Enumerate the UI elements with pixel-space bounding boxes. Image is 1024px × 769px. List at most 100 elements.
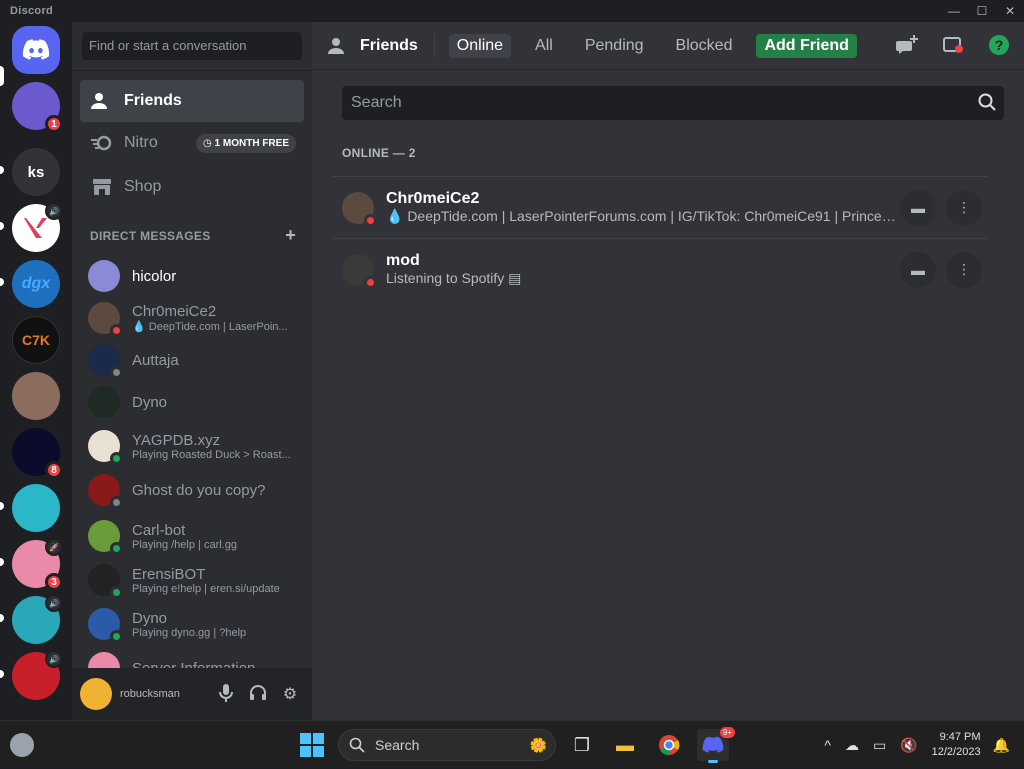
mention-badge: 8 <box>45 461 63 479</box>
server-label: ks <box>27 163 45 181</box>
dm-name: ErensiBOT <box>132 565 206 583</box>
bing-highlight-icon: 🌼 <box>529 736 547 753</box>
server-icon-ks[interactable]: ks <box>12 148 60 196</box>
notifications-bell-icon[interactable]: 🔔 <box>993 737 1010 754</box>
server-list: 1 ks 🔊 dgx C7K 8 🚀 3 🔊 🔊 <box>0 22 72 720</box>
search-icon <box>349 737 365 753</box>
nav-nitro-label: Nitro <box>124 134 158 151</box>
server-icon-dgx[interactable]: dgx <box>12 260 60 308</box>
discord-taskbar-icon[interactable]: 9+ <box>697 727 735 763</box>
system-tray: ^ ☁ ▭ 🔇 9:47 PM 12/2/2023 🔔 <box>824 721 1024 769</box>
nav-friends[interactable]: Friends <box>80 80 304 122</box>
dm-item[interactable]: Auttaja <box>80 339 304 381</box>
maximize-button[interactable]: ☐ <box>968 0 996 22</box>
server-icon[interactable] <box>12 372 60 420</box>
unread-pill <box>0 670 4 678</box>
user-tag: robucksman <box>120 688 180 700</box>
dm-item[interactable]: ErensiBOT Playing e!help | eren.si/update <box>80 559 304 601</box>
dm-header-label: DIRECT MESSAGES <box>90 229 211 243</box>
new-group-dm-icon[interactable] <box>896 34 918 56</box>
discord-icon <box>702 736 724 753</box>
friends-topbar: Friends Online All Pending Blocked Add F… <box>312 22 1024 70</box>
tab-blocked[interactable]: Blocked <box>668 34 741 58</box>
weather-icon[interactable] <box>10 733 34 757</box>
more-options-icon[interactable]: ⋮ <box>946 189 982 226</box>
status-indicator <box>110 586 123 599</box>
help-icon[interactable]: ? <box>988 34 1010 56</box>
dm-item[interactable]: Dyno <box>80 381 304 423</box>
dm-avatar <box>88 260 120 292</box>
user-panel: robucksman ⚙ <box>72 668 312 720</box>
dm-activity: 💧 DeepTide.com | LaserPoin... <box>132 321 288 333</box>
taskbar-search-label: Search <box>375 737 420 753</box>
create-dm-button[interactable]: + <box>285 226 296 244</box>
friend-row[interactable]: mod Listening to Spotify ▤ ▬ ⋮ <box>332 238 988 300</box>
onedrive-icon[interactable]: ☁ <box>845 737 859 754</box>
chevron-up-icon[interactable]: ^ <box>824 737 831 753</box>
settings-gear-icon[interactable]: ⚙ <box>274 684 306 704</box>
dm-avatar <box>88 564 123 599</box>
message-icon[interactable]: ▬ <box>900 251 936 288</box>
server-icon[interactable]: 🔊 <box>12 650 63 700</box>
unread-pill <box>0 166 4 174</box>
dm-activity: Playing Roasted Duck > Roast... <box>132 448 291 461</box>
server-icon-c7k[interactable]: C7K <box>12 316 60 364</box>
friend-name: mod <box>386 252 420 269</box>
friend-avatar <box>342 253 377 289</box>
tab-online[interactable]: Online <box>448 33 512 58</box>
volume-muted-icon[interactable]: 🔇 <box>900 737 917 754</box>
clock-date: 12/2/2023 <box>931 746 981 758</box>
friends-title: Friends <box>328 37 418 55</box>
friends-search-input[interactable]: Search <box>342 86 1004 120</box>
add-friend-button[interactable]: Add Friend <box>756 33 857 58</box>
user-avatar[interactable] <box>80 678 112 710</box>
server-icon[interactable]: 🚀 3 <box>12 538 63 591</box>
server-icon[interactable]: 8 <box>12 428 63 479</box>
more-options-icon[interactable]: ⋮ <box>946 251 982 288</box>
dm-search-input[interactable]: Find or start a conversation <box>82 32 302 60</box>
dm-item[interactable]: hicolor <box>80 255 304 297</box>
friend-row[interactable]: Chr0meiCe2 💧 DeepTide.com | LaserPointerF… <box>332 176 988 238</box>
status-indicator <box>110 496 123 509</box>
inbox-icon[interactable] <box>942 34 964 56</box>
clock[interactable]: 9:47 PM 12/2/2023 <box>932 730 981 760</box>
display-icon[interactable]: ▭ <box>873 737 886 754</box>
minimize-button[interactable]: — <box>940 0 968 22</box>
server-icon[interactable] <box>12 484 60 532</box>
dm-name: Dyno <box>132 393 168 411</box>
chrome-icon[interactable] <box>653 729 685 761</box>
dm-item[interactable]: Dyno Playing dyno.gg | ?help <box>80 603 304 645</box>
dm-avatar <box>88 386 120 418</box>
dm-item[interactable]: Carl-bot Playing /help | carl.gg <box>80 515 304 557</box>
dm-item[interactable]: Ghost do you copy? <box>80 469 304 511</box>
tab-pending[interactable]: Pending <box>577 34 652 58</box>
app-title: Discord <box>10 5 54 17</box>
svg-text:?: ? <box>995 37 1004 53</box>
nav-shop[interactable]: Shop <box>80 166 304 208</box>
dm-item[interactable]: YAGPDB.xyz Playing Roasted Duck > Roast..… <box>80 425 304 467</box>
task-view-icon[interactable]: ❐ <box>566 729 598 761</box>
nitro-promo-badge: ◷ 1 MONTH FREE <box>196 133 296 153</box>
microphone-icon[interactable] <box>210 684 242 704</box>
close-button[interactable]: ✕ <box>996 0 1024 22</box>
server-icon[interactable]: 1 <box>12 82 63 133</box>
home-button[interactable] <box>12 26 60 74</box>
message-icon[interactable]: ▬ <box>900 189 936 226</box>
server-icon[interactable]: 🔊 <box>12 594 63 644</box>
dm-avatar <box>88 474 123 509</box>
server-icon[interactable]: 🔊 <box>12 202 63 252</box>
taskbar-search[interactable]: Search 🌼 <box>338 729 556 761</box>
user-info[interactable]: robucksman <box>120 688 210 700</box>
dm-section-header: DIRECT MESSAGES + <box>90 226 296 244</box>
start-button[interactable] <box>300 733 324 757</box>
file-explorer-icon[interactable]: ▬ <box>609 729 641 761</box>
dm-name: Ghost do you copy? <box>132 481 266 499</box>
unread-pill <box>0 278 4 286</box>
dm-item[interactable]: Chr0meiCe2 💧 DeepTide.com | LaserPoin... <box>80 297 304 339</box>
mention-badge: 3 <box>45 573 63 591</box>
tab-all[interactable]: All <box>527 34 561 58</box>
headphones-icon[interactable] <box>242 684 274 704</box>
nav-nitro[interactable]: Nitro ◷ 1 MONTH FREE <box>80 122 304 164</box>
topbar-actions: ? <box>872 34 1010 56</box>
discord-icon <box>22 39 50 60</box>
